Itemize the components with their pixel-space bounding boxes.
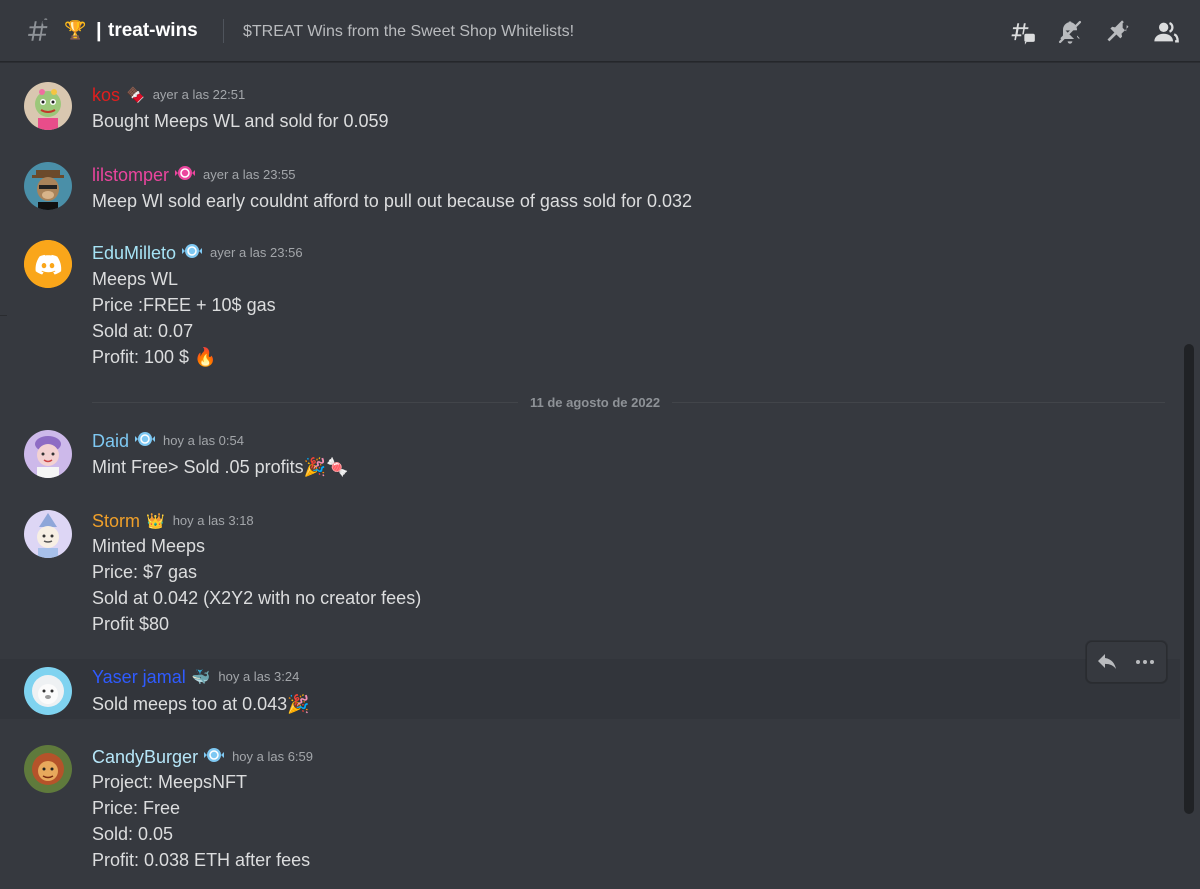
message-line: Project: MeepsNFT [92,772,248,792]
username[interactable]: kos [92,84,120,106]
scrollbar-thumb[interactable] [1184,344,1194,814]
message-line: Meep Wl sold early couldnt afford to pul… [92,191,693,211]
timestamp[interactable]: ayer a las 23:56 [210,244,303,262]
avatar[interactable] [24,240,72,288]
channel-name: treat-wins [108,20,198,41]
message-item: lilstomper ayer a las 23:55 Meep Wl sold… [0,150,1180,214]
message-line: Price: $7 gas [92,562,198,582]
username[interactable]: Daid [92,430,129,452]
message-item: Storm 👑 hoy a las 3:18 Minted Meeps Pric… [0,498,1180,648]
message-line: Mint Free> Sold .05 profits🎉🍬 [92,457,349,477]
username[interactable]: lilstomper [92,164,169,186]
header-divider [223,19,224,43]
channel-header: 🏆 | treat-wins $TREAT Wins from the Swee… [0,0,1200,62]
candy-badge-icon [182,242,203,264]
trophy-icon: 🏆 [64,20,87,41]
message-line: Profit: 100 $ 🔥 [92,347,217,367]
reply-icon[interactable] [1095,650,1119,674]
whale-badge-icon: 🐳 [191,668,211,686]
message-content: Mint Free> Sold .05 profits🎉🍬 [92,454,348,480]
avatar-image [24,430,72,478]
timestamp[interactable]: ayer a las 23:55 [203,166,296,184]
timestamp[interactable]: hoy a las 3:24 [218,668,299,686]
message-content: Minted Meeps Price: $7 gas Sold at 0.042… [92,533,421,637]
message-line: Minted Meeps [92,536,206,556]
avatar-image [24,82,72,130]
timestamp[interactable]: hoy a las 6:59 [232,748,313,766]
avatar[interactable] [24,82,72,130]
message-line: Meeps WL [92,269,179,289]
message-line: Price: Free [92,798,181,818]
channel-topic[interactable]: $TREAT Wins from the Sweet Shop Whitelis… [243,21,574,43]
role-badge-icon: 🍫 [126,86,145,104]
avatar[interactable] [24,667,72,715]
message-content: Sold meeps too at 0.043🎉 [92,691,310,717]
avatar[interactable] [24,430,72,478]
avatar[interactable] [24,745,72,793]
message-item-hovered: Yaser jamal 🐳 hoy a las 3:24 Sold meeps … [0,659,1180,719]
message-actions-toolbar [1086,641,1167,683]
message-item: CandyBurger hoy a las 6:59 Project: Meep… [0,734,1180,884]
message-line: Sold at: 0.07 [92,321,194,341]
username[interactable]: CandyBurger [92,746,198,768]
discord-logo-icon [24,240,72,288]
message-item: EduMilleto ayer a las 23:56 Meeps WL Pri… [0,230,1180,380]
mute-bell-icon[interactable] [1056,18,1084,46]
avatar-image [24,667,72,715]
message-line: Sold at 0.042 (X2Y2 with no creator fees… [92,588,422,608]
message-line: Profit $80 [92,614,170,634]
avatar-image [24,510,72,558]
timestamp[interactable]: hoy a las 0:54 [163,432,244,450]
avatar-image [24,162,72,210]
message-content: Bought Meeps WL and sold for 0.059 [92,108,389,134]
members-icon[interactable] [1152,18,1180,46]
message-line: Bought Meeps WL and sold for 0.059 [92,111,389,131]
message-line: Sold: 0.05 [92,824,174,844]
threads-icon[interactable] [1008,18,1036,46]
date-divider-label: 11 de agosto de 2022 [518,394,673,412]
message-line: Sold meeps too at 0.043🎉 [92,694,310,714]
message-line: Price :FREE + 10$ gas [92,295,276,315]
pin-icon[interactable] [1104,18,1132,46]
crown-badge-icon: 👑 [146,512,165,530]
message-line: Profit: 0.038 ETH after fees [92,850,311,870]
candy-badge-icon [135,430,156,452]
message-content: Project: MeepsNFT Price: Free Sold: 0.05… [92,769,310,873]
candy-badge-icon [175,164,196,186]
message-content: Meeps WL Price :FREE + 10$ gas Sold at: … [92,266,276,370]
username[interactable]: EduMilleto [92,242,176,264]
avatar[interactable] [24,162,72,210]
timestamp[interactable]: hoy a las 3:18 [173,512,254,530]
message-content: Meep Wl sold early couldnt afford to pul… [92,188,692,214]
candy-badge-icon [204,746,225,768]
more-icon[interactable] [1133,650,1157,674]
avatar-image [24,745,72,793]
channel-hash-icon [28,18,49,41]
username[interactable]: Storm [92,510,140,532]
username[interactable]: Yaser jamal [92,666,186,688]
channel-name-separator: | [96,20,102,42]
avatar[interactable] [24,510,72,558]
timestamp[interactable]: ayer a las 22:51 [153,86,246,104]
message-item: Daid hoy a las 0:54 Mint Free> Sold .05 … [0,418,1180,490]
message-item: kos 🍫 ayer a las 22:51 Bought Meeps WL a… [0,70,1180,134]
